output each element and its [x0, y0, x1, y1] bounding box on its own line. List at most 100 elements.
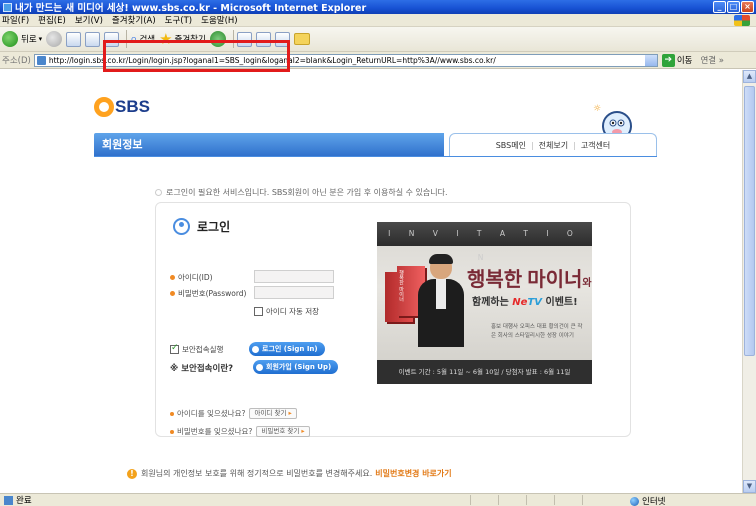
scroll-thumb[interactable] [744, 86, 755, 356]
banner-title: 행복한 마이너와 [467, 263, 592, 292]
menu-tools[interactable]: 도구(T) [165, 14, 192, 26]
forward-arrow-icon [46, 31, 63, 47]
banner-description: 홍보 대행사 오피스 대표 황의건이 큰 작은 회사의 스타일리시한 성장 이야… [491, 324, 583, 339]
button-dot-icon [256, 363, 263, 371]
divider: | [573, 141, 576, 150]
arrow-right-icon: ▸ [301, 427, 305, 435]
secure-login-label: 보안접속실행 [182, 345, 224, 354]
header-divider [94, 156, 657, 157]
status-pane [498, 495, 526, 505]
svg-text:☼: ☼ [593, 104, 601, 114]
page-content: SBS ☼ 회원정보 SBS메인 | 전체보기 | 고객센터 로그인이 필요한 … [0, 70, 742, 493]
scroll-down-button[interactable]: ▼ [743, 480, 756, 493]
link-sbs-main[interactable]: SBS메인 [496, 140, 526, 151]
sbs-logo-circle-icon [94, 97, 114, 117]
divider: | [530, 141, 534, 150]
find-id-button[interactable]: 아이디 찾기 ▸ [249, 408, 297, 419]
go-label: 이동 [676, 56, 693, 66]
event-banner[interactable]: I N V I T A T I O N 행복한 마이너 행복한 마이너와 함께하… [377, 222, 592, 384]
privacy-notice: ! 회원님의 개인정보 보호를 위해 정기적으로 비밀번호를 변경해주세요. 비… [127, 468, 452, 479]
find-password-question: 비밀번호를 잊으셨나요? [177, 427, 253, 436]
find-password-button[interactable]: 비밀번호 찾기 ▸ [256, 426, 310, 437]
find-password-button-label: 비밀번호 찾기 [261, 427, 300, 435]
id-input[interactable] [254, 270, 334, 283]
stop-icon [66, 31, 82, 47]
folder-icon [293, 33, 310, 45]
warning-icon: ! [127, 468, 137, 479]
stop-button[interactable] [66, 29, 82, 49]
notice-text: 로그인이 필요한 서비스입니다. SBS회원이 아닌 분은 가입 후 이용하실 … [166, 188, 448, 197]
go-button[interactable]: ➔ 이동 [661, 53, 693, 67]
menu-help[interactable]: 도움말(H) [201, 14, 237, 26]
vertical-scrollbar[interactable]: ▲ ▼ [742, 70, 756, 493]
folder-button[interactable] [293, 29, 310, 49]
status-left: 완료 [4, 494, 32, 506]
book-text: 행복한 마이너 [398, 270, 404, 302]
button-dot-icon [252, 345, 259, 353]
login-title-text: 로그인 [197, 220, 231, 234]
status-text: 완료 [16, 496, 32, 506]
links-button[interactable]: 연결 » [700, 54, 724, 66]
address-dropdown-button[interactable] [644, 54, 657, 66]
find-id-question: 아이디를 잊으셨나요? [177, 409, 246, 418]
signup-button-label: 회원가입 (Sign Up) [266, 363, 332, 371]
login-notice: 로그인이 필요한 서비스입니다. SBS회원이 아닌 분은 가입 후 이용하실 … [155, 187, 448, 198]
banner-sub-post: 이벤트! [542, 297, 578, 308]
title-bar: 내가 만드는 새 미디어 세상! www.sbs.co.kr - Microso… [0, 0, 756, 14]
globe-icon [630, 496, 639, 506]
secure-login-checkbox[interactable] [170, 343, 179, 354]
password-label-text: 비밀번호(Password) [178, 289, 247, 298]
sbs-logo[interactable]: SBS [94, 97, 150, 117]
back-button[interactable]: 뒤로 ▾ [2, 29, 42, 49]
window-controls: _ □ × [713, 1, 754, 13]
chevron-down-icon: ▾ [38, 35, 43, 43]
login-heading: 로그인 [173, 218, 230, 235]
find-id-button-label: 아이디 찾기 [254, 409, 287, 417]
password-label: 비밀번호(Password) [170, 288, 246, 299]
banner-title-suffix: 와 [582, 278, 592, 289]
banner-title-text: 행복한 마이너 [467, 269, 583, 291]
go-arrow-icon: ➔ [661, 53, 675, 67]
menu-view[interactable]: 보기(V) [75, 14, 103, 26]
back-label: 뒤로 [21, 35, 37, 45]
status-pane [470, 495, 498, 505]
id-label: 아이디(ID) [170, 272, 213, 283]
scroll-up-button[interactable]: ▲ [743, 70, 756, 83]
menu-file[interactable]: 파일(F) [2, 14, 29, 26]
signup-button[interactable]: 회원가입 (Sign Up) [253, 360, 339, 374]
close-button[interactable]: × [741, 1, 754, 13]
banner-subtitle: 함께하는 NeTV 이벤트! [472, 293, 578, 308]
link-view-all[interactable]: 전체보기 [539, 140, 568, 151]
login-button[interactable]: 로그인 (Sign In) [249, 342, 325, 356]
sbs-logo-text: SBS [115, 97, 150, 116]
menu-edit[interactable]: 편집(E) [38, 14, 66, 26]
status-pane [554, 495, 582, 505]
forward-button[interactable] [46, 29, 63, 49]
menu-favorites[interactable]: 즐겨찾기(A) [112, 14, 156, 26]
person-photo [418, 254, 464, 347]
secure-login-option: 보안접속실행 [170, 343, 224, 355]
highlight-box [103, 40, 290, 72]
windows-logo-icon [734, 15, 750, 26]
bullet-icon [170, 429, 174, 434]
find-password-row: 비밀번호를 잊으셨나요? 비밀번호 찾기 ▸ [170, 426, 310, 437]
banner-sub-ne: Ne [512, 297, 528, 308]
menu-bar: 파일(F) 편집(E) 보기(V) 즐겨찾기(A) 도구(T) 도움말(H) [0, 14, 756, 27]
banner-sub-tv: TV [527, 297, 543, 308]
page-done-icon [4, 495, 13, 505]
section-title: 회원정보 [94, 133, 444, 157]
change-password-link[interactable]: 비밀번호변경 바로가기 [375, 468, 451, 479]
password-input[interactable] [254, 286, 334, 299]
save-id-checkbox[interactable] [254, 307, 263, 316]
info-icon [155, 189, 162, 196]
zone-text: 인터넷 [642, 497, 666, 506]
link-customer-center[interactable]: 고객센터 [581, 140, 610, 151]
back-arrow-icon [2, 31, 18, 47]
header-links: SBS메인 | 전체보기 | 고객센터 [449, 133, 657, 157]
bullet-icon [170, 291, 175, 296]
maximize-button[interactable]: □ [727, 1, 740, 13]
refresh-button[interactable] [85, 29, 101, 49]
minimize-button[interactable]: _ [713, 1, 726, 13]
window-title: 내가 만드는 새 미디어 세상! www.sbs.co.kr - Microso… [15, 3, 367, 14]
secure-info-link[interactable]: ※ 보안접속이란? [170, 362, 233, 374]
